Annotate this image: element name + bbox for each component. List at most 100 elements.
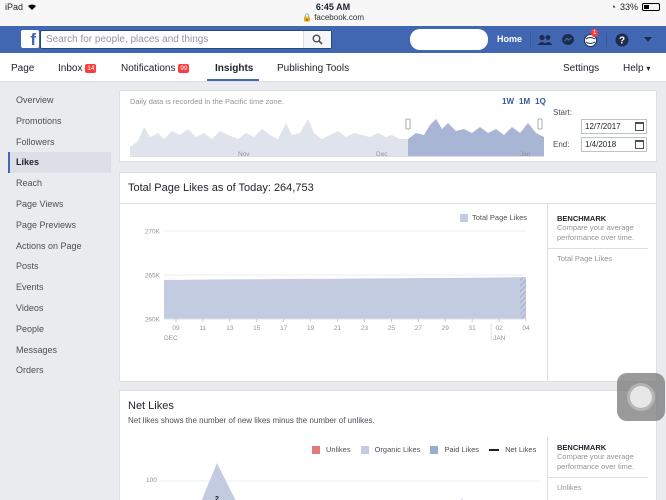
- tab-inbox-label: Inbox: [58, 63, 83, 74]
- x-tick-label: 23: [361, 325, 369, 332]
- end-date-input[interactable]: 1/4/2018: [581, 137, 647, 152]
- home-link[interactable]: Home: [497, 34, 522, 44]
- x-tick-label: 13: [226, 325, 234, 332]
- net-benchmark-panel: BENCHMARK Compare your average performan…: [547, 437, 657, 500]
- range-left-handle: [405, 118, 411, 130]
- net-likes-legend: Unlikes Organic Likes Paid Likes Net Lik…: [312, 445, 536, 454]
- start-label: Start:: [553, 108, 573, 117]
- search-box: [40, 30, 332, 49]
- x-tick-label: 11: [200, 325, 207, 332]
- net-benchmark-item-unlikes[interactable]: Unlikes: [557, 483, 657, 492]
- y-tick-label: 260K: [145, 317, 161, 324]
- sidebar-item-people[interactable]: People: [8, 319, 111, 340]
- legend-organic-likes[interactable]: Organic Likes: [375, 445, 421, 454]
- total-likes-legend[interactable]: Total Page Likes: [460, 213, 527, 222]
- notifications-count-badge: 99: [178, 64, 190, 73]
- assistive-touch-button[interactable]: [617, 373, 665, 421]
- x-tick-label: 31: [469, 325, 477, 332]
- net-likes-peak-label: 2: [215, 496, 219, 500]
- search-input[interactable]: [41, 31, 301, 48]
- y-tick-100: 100: [146, 477, 157, 484]
- help-icon[interactable]: ?: [614, 32, 630, 48]
- sidebar-item-page-views[interactable]: Page Views: [8, 194, 111, 215]
- tab-page[interactable]: Page: [11, 63, 34, 74]
- month-label-jan: Jan: [520, 151, 531, 158]
- net-benchmark-title: BENCHMARK: [557, 443, 607, 452]
- tab-inbox[interactable]: Inbox 14: [58, 63, 97, 74]
- tab-help[interactable]: Help ▾: [623, 63, 650, 74]
- x-group-label-jan: JAN: [493, 335, 506, 342]
- timezone-note: Daily data is recorded in the Pacific ti…: [130, 97, 284, 106]
- x-tick-label: 19: [307, 325, 315, 332]
- nav-divider: [606, 33, 607, 47]
- legend-unlikes[interactable]: Unlikes: [326, 445, 351, 454]
- address-url[interactable]: 🔒 facebook.com: [0, 13, 666, 22]
- tab-notifications-label: Notifications: [121, 63, 176, 74]
- range-1m-button[interactable]: 1M: [519, 97, 530, 106]
- profile-name-redacted[interactable]: [410, 29, 488, 50]
- sidebar-item-page-previews[interactable]: Page Previews: [8, 215, 111, 236]
- legend-label: Total Page Likes: [472, 213, 528, 222]
- facebook-logo[interactable]: f: [21, 30, 39, 49]
- x-tick-label: 02: [495, 325, 503, 332]
- friend-requests-icon[interactable]: [537, 32, 553, 48]
- alarm-icon: ◔: [610, 2, 616, 12]
- tab-help-label: Help: [623, 63, 644, 74]
- net-benchmark-description: Compare your average performance over ti…: [557, 452, 635, 471]
- messenger-icon[interactable]: [560, 32, 576, 48]
- status-time: 6:45 AM: [315, 2, 351, 12]
- x-tick-label: 15: [253, 325, 261, 332]
- search-button[interactable]: [303, 31, 331, 48]
- tab-publishing-tools[interactable]: Publishing Tools: [277, 63, 349, 74]
- calendar-icon[interactable]: [635, 122, 644, 131]
- date-range-panel: Daily data is recorded in the Pacific ti…: [119, 90, 657, 162]
- x-group-label-dec: DEC: [164, 335, 178, 342]
- legend-swatch-net: [489, 448, 500, 451]
- total-likes-chart: 270K 265K 260K 09 11 13 15 17 19 21 23 25 27 29 31 02 04…: [145, 229, 530, 343]
- lock-icon: 🔒: [301, 13, 312, 22]
- sidebar-item-posts[interactable]: Posts: [8, 256, 111, 277]
- total-likes-area: [164, 277, 526, 319]
- sidebar-item-promotions[interactable]: Promotions: [8, 111, 111, 132]
- range-1w-button[interactable]: 1W: [502, 97, 514, 106]
- inbox-count-badge: 14: [85, 64, 97, 73]
- range-overview-chart[interactable]: [130, 109, 544, 157]
- sidebar-item-orders[interactable]: Orders: [8, 360, 111, 381]
- calendar-icon[interactable]: [635, 140, 644, 149]
- sidebar-item-reach[interactable]: Reach: [8, 173, 111, 194]
- sidebar-item-events[interactable]: Events: [8, 277, 111, 298]
- notifications-globe-icon[interactable]: 1: [582, 29, 599, 48]
- total-likes-title: Total Page Likes as of Today: 264,753: [128, 182, 314, 194]
- x-tick-label: 21: [334, 325, 342, 332]
- url-text: facebook.com: [314, 13, 364, 22]
- x-tick-label: 27: [415, 325, 423, 332]
- tab-settings[interactable]: Settings: [563, 63, 599, 74]
- benchmark-description: Compare your average performance over ti…: [557, 223, 635, 242]
- sidebar-item-likes[interactable]: Likes: [8, 152, 111, 174]
- sidebar-item-messages[interactable]: Messages: [8, 340, 111, 361]
- x-tick-label: 29: [442, 325, 450, 332]
- net-likes-panel: Net Likes Net likes shows the number of …: [119, 390, 657, 500]
- tab-insights[interactable]: Insights: [215, 63, 253, 74]
- legend-paid-likes[interactable]: Paid Likes: [444, 445, 479, 454]
- tab-notifications[interactable]: Notifications 99: [121, 63, 190, 74]
- battery-icon: [642, 3, 660, 11]
- sidebar-item-overview[interactable]: Overview: [8, 90, 111, 111]
- benchmark-item-total-likes[interactable]: Total Page Likes: [557, 254, 657, 263]
- sidebar-item-videos[interactable]: Videos: [8, 298, 111, 319]
- end-date-value: 1/4/2018: [585, 140, 617, 149]
- range-1q-button[interactable]: 1Q: [535, 97, 546, 106]
- y-tick-label: 270K: [145, 229, 161, 236]
- month-label-dec: Dec: [376, 151, 388, 158]
- net-likes-subtitle: Net likes shows the number of new likes …: [128, 416, 375, 425]
- x-tick-label: 09: [172, 325, 180, 332]
- benchmark-title: BENCHMARK: [557, 214, 607, 223]
- svg-text:?: ?: [619, 36, 625, 47]
- sidebar-item-followers[interactable]: Followers: [8, 132, 111, 153]
- account-menu-dropdown-icon[interactable]: [640, 32, 656, 48]
- legend-net-likes[interactable]: Net Likes: [505, 445, 536, 454]
- legend-swatch-paid: [430, 445, 439, 454]
- sidebar-item-actions-on-page[interactable]: Actions on Page: [8, 236, 111, 257]
- x-tick-label: 25: [388, 325, 396, 332]
- start-date-input[interactable]: 12/7/2017: [581, 119, 647, 134]
